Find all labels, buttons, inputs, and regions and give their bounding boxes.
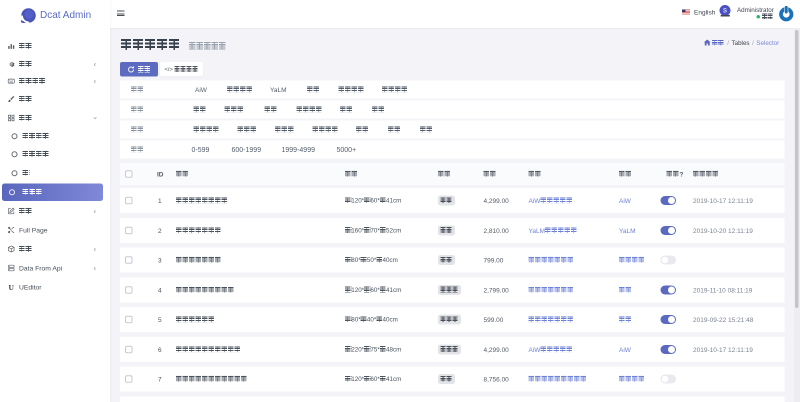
svg-text:U: U (9, 283, 15, 291)
